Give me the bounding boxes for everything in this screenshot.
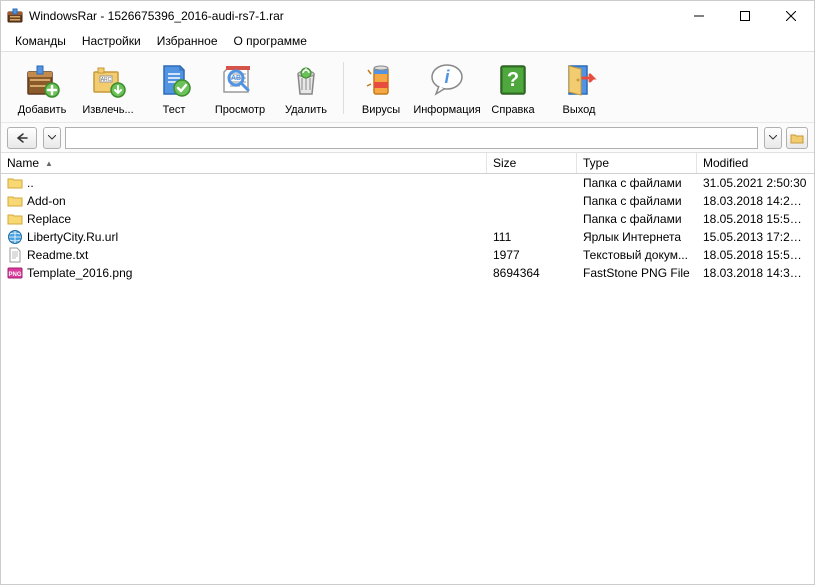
file-list-header: Name ▲ Size Type Modified xyxy=(1,153,814,174)
file-modified: 18.05.2018 15:50:22 xyxy=(697,212,814,226)
file-modified: 15.05.2013 17:25:16 xyxy=(697,230,814,244)
file-type: Ярлык Интернета xyxy=(577,230,697,244)
toolbar-separator xyxy=(343,62,344,114)
folder-tree-button[interactable] xyxy=(786,127,808,149)
svg-text:PNG: PNG xyxy=(8,272,21,278)
add-button[interactable]: Добавить xyxy=(9,58,75,118)
column-name-label: Name xyxy=(7,156,39,170)
file-modified: 18.03.2018 14:24:01 xyxy=(697,194,814,208)
file-row[interactable]: PNG Template_2016.png 8694364FastStone PNG… xyxy=(1,264,814,282)
help-button[interactable]: ? Справка xyxy=(480,58,546,118)
file-name: Replace xyxy=(27,212,71,226)
file-name: .. xyxy=(27,176,34,190)
file-type: Текстовый докум... xyxy=(577,248,697,262)
file-type: Папка с файлами xyxy=(577,194,697,208)
column-type[interactable]: Type xyxy=(577,153,697,173)
file-size: 8694364 xyxy=(487,266,577,280)
address-dropdown-button[interactable] xyxy=(764,127,782,149)
extract-icon: ARC xyxy=(88,60,128,100)
view-label: Просмотр xyxy=(215,104,265,116)
file-name: Readme.txt xyxy=(27,248,88,262)
delete-label: Удалить xyxy=(285,104,327,116)
virus-label: Вирусы xyxy=(362,104,400,116)
exit-button[interactable]: Выход xyxy=(546,58,612,118)
file-area: Name ▲ Size Type Modified .. Папка с файл… xyxy=(1,153,814,584)
svg-text:ARC: ARC xyxy=(101,77,112,83)
add-label: Добавить xyxy=(18,104,67,116)
extract-label: Извлечь... xyxy=(82,104,133,116)
window-controls xyxy=(676,1,814,31)
view-button[interactable]: AB Просмотр xyxy=(207,58,273,118)
help-label: Справка xyxy=(491,104,534,116)
sort-asc-icon: ▲ xyxy=(45,159,53,168)
folder-icon xyxy=(7,211,23,227)
virus-button[interactable]: Вирусы xyxy=(348,58,414,118)
toolbar-area: Добавить ARC Извлечь... Тест xyxy=(1,51,814,153)
test-icon xyxy=(154,60,194,100)
extract-button[interactable]: ARC Извлечь... xyxy=(75,58,141,118)
maximize-button[interactable] xyxy=(722,1,768,31)
file-row[interactable]: Replace Папка с файлами18.05.2018 15:50:2… xyxy=(1,210,814,228)
info-button[interactable]: i Информация xyxy=(414,58,480,118)
window-title: WindowsRar - 1526675396_2016-audi-rs7-1.… xyxy=(29,9,284,23)
info-label: Информация xyxy=(413,104,480,116)
file-row[interactable]: Readme.txt 1977Текстовый докум...18.05.20… xyxy=(1,246,814,264)
url-icon xyxy=(7,229,23,245)
file-type: Папка с файлами xyxy=(577,176,697,190)
file-modified: 31.05.2021 2:50:30 xyxy=(697,176,814,190)
file-rows: ..Папка с файлами31.05.2021 2:50:30Add-o… xyxy=(1,174,814,282)
svg-text:AB: AB xyxy=(231,75,241,82)
file-name: Add-on xyxy=(27,194,66,208)
delete-icon xyxy=(286,60,326,100)
column-name[interactable]: Name ▲ xyxy=(1,153,487,173)
view-icon: AB xyxy=(220,60,260,100)
exit-icon xyxy=(559,60,599,100)
title-bar: WindowsRar - 1526675396_2016-audi-rs7-1.… xyxy=(1,1,814,31)
file-size: 1977 xyxy=(487,248,577,262)
close-button[interactable] xyxy=(768,1,814,31)
app-icon xyxy=(7,8,23,24)
chevron-down-icon xyxy=(769,135,777,140)
exit-label: Выход xyxy=(563,104,596,116)
virus-icon xyxy=(361,60,401,100)
back-arrow-icon xyxy=(15,132,29,144)
address-input[interactable] xyxy=(66,128,757,148)
back-button[interactable] xyxy=(7,127,37,149)
file-type: Папка с файлами xyxy=(577,212,697,226)
test-label: Тест xyxy=(163,104,186,116)
file-row[interactable]: LibertyCity.Ru.url 111Ярлык Интернета15.0… xyxy=(1,228,814,246)
address-box xyxy=(65,127,758,149)
menu-commands[interactable]: Команды xyxy=(7,32,74,50)
file-size: 111 xyxy=(487,230,577,244)
nav-bar xyxy=(1,122,814,152)
menu-favorites[interactable]: Избранное xyxy=(149,32,226,50)
test-button[interactable]: Тест xyxy=(141,58,207,118)
file-row[interactable]: Add-on Папка с файлами18.03.2018 14:24:01 xyxy=(1,192,814,210)
info-icon: i xyxy=(427,60,467,100)
column-modified[interactable]: Modified xyxy=(697,153,814,173)
menu-settings[interactable]: Настройки xyxy=(74,32,149,50)
file-name: LibertyCity.Ru.url xyxy=(27,230,118,244)
archive-add-icon xyxy=(22,60,62,100)
toolbar: Добавить ARC Извлечь... Тест xyxy=(1,52,814,122)
chevron-down-icon xyxy=(48,135,56,140)
minimize-button[interactable] xyxy=(676,1,722,31)
history-dropdown-button[interactable] xyxy=(43,127,61,149)
help-icon: ? xyxy=(493,60,533,100)
menu-about[interactable]: О программе xyxy=(226,32,315,50)
column-size[interactable]: Size xyxy=(487,153,577,173)
file-modified: 18.05.2018 15:52:55 xyxy=(697,248,814,262)
file-modified: 18.03.2018 14:32:03 xyxy=(697,266,814,280)
folder-icon xyxy=(790,132,804,144)
txt-icon xyxy=(7,247,23,263)
menu-bar: Команды Настройки Избранное О программе xyxy=(1,31,814,51)
png-icon: PNG xyxy=(7,265,23,281)
folder-up-icon xyxy=(7,175,23,191)
delete-button[interactable]: Удалить xyxy=(273,58,339,118)
svg-text:?: ? xyxy=(507,69,519,91)
file-row[interactable]: .. Папка с файлами31.05.2021 2:50:30 xyxy=(1,174,814,192)
file-type: FastStone PNG File xyxy=(577,266,697,280)
file-name: Template_2016.png xyxy=(27,266,132,280)
folder-icon xyxy=(7,193,23,209)
